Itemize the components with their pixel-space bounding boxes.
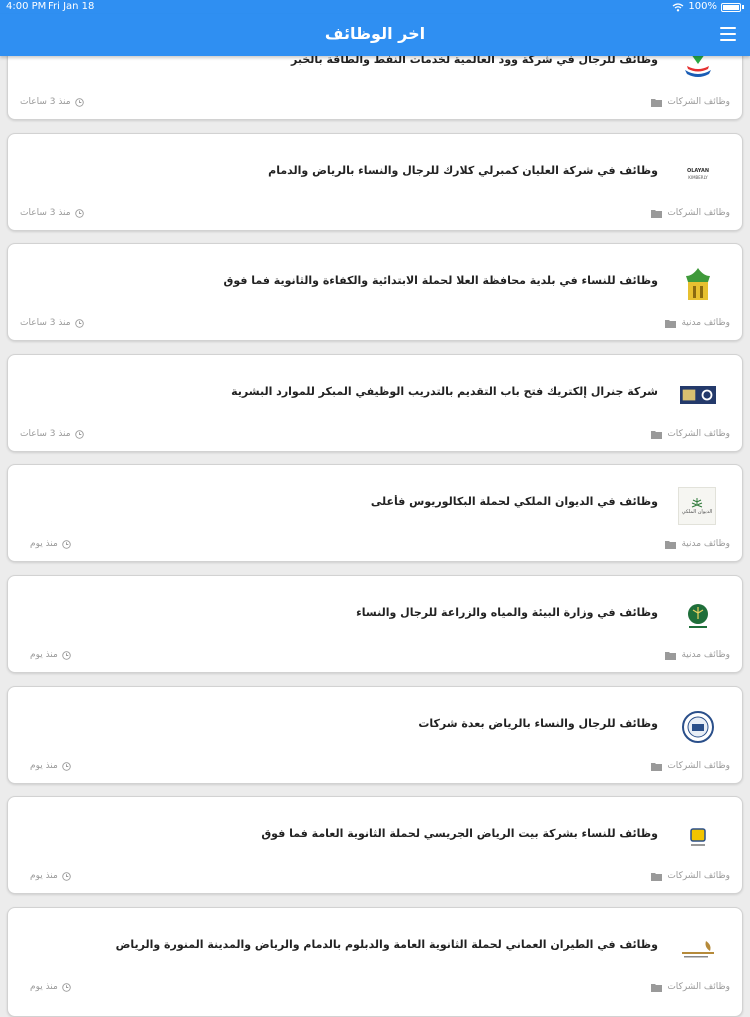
job-card[interactable]: شركة جنرال إلكتريك فتح باب التقديم بالتد… xyxy=(7,354,743,452)
job-time-label: منذ يوم xyxy=(30,539,58,549)
job-card[interactable]: وظائف في الطيران العماني لحملة الثانوية … xyxy=(7,907,743,1017)
clock-icon xyxy=(62,982,71,992)
job-category: وظائف الشركات xyxy=(651,982,730,992)
folder-icon xyxy=(651,983,663,992)
battery-icon xyxy=(721,2,741,12)
job-card[interactable]: وظائف في شركة العليان كمبرلي كلارك للرجا… xyxy=(7,133,743,231)
job-card[interactable]: وظائف في وزارة البيئة والمياه والزراعة ل… xyxy=(7,575,743,673)
job-category: وظائف الشركات xyxy=(651,429,730,439)
olayan-kimberly-logo: OLAYAN KIMBERLY xyxy=(680,156,716,192)
folder-icon xyxy=(665,651,677,660)
job-category-label: وظائف الشركات xyxy=(667,429,730,439)
job-time-label: منذ 3 ساعات xyxy=(20,429,71,439)
status-date: Fri Jan 18 xyxy=(48,1,95,12)
job-card[interactable]: وظائف في الديوان الملكي لحملة البكالوريو… xyxy=(7,464,743,562)
job-category: وظائف مدنية xyxy=(665,650,730,660)
clock-icon xyxy=(74,97,84,107)
folder-icon xyxy=(651,762,663,771)
job-category-label: وظائف الشركات xyxy=(667,761,730,771)
job-category: وظائف الشركات xyxy=(651,871,730,881)
job-title: وظائف للنساء بشركة بيت الرياض الجريسي لح… xyxy=(261,827,658,840)
job-card[interactable]: وظائف للرجال والنساء بالرياض بعدة شركات … xyxy=(7,686,743,784)
job-title: وظائف في شركة العليان كمبرلي كلارك للرجا… xyxy=(268,164,658,177)
folder-icon xyxy=(665,319,677,328)
job-time: منذ 3 ساعات xyxy=(20,318,84,328)
job-category: وظائف الشركات xyxy=(651,208,730,218)
job-card[interactable]: وظائف للنساء بشركة بيت الرياض الجريسي لح… xyxy=(7,796,743,894)
company-seal-logo xyxy=(680,709,716,745)
clock-icon xyxy=(62,650,71,660)
page-title: اخر الوظائف xyxy=(324,24,426,43)
job-time: منذ يوم xyxy=(30,761,71,771)
job-category-label: وظائف الشركات xyxy=(667,97,730,107)
job-time-label: منذ 3 ساعات xyxy=(20,208,71,218)
status-right: 100% xyxy=(672,0,744,14)
svg-text:OLAYAN: OLAYAN xyxy=(687,168,709,174)
status-time: 4:00 PM xyxy=(6,1,47,12)
royal-court-logo: الديوان الملكي xyxy=(678,487,716,525)
battery-percent: 100% xyxy=(688,1,717,12)
general-electric-banner xyxy=(680,377,716,413)
alula-municipality-logo xyxy=(680,266,716,302)
job-time: منذ 3 ساعات xyxy=(20,97,84,107)
wifi-icon xyxy=(673,2,684,11)
folder-icon xyxy=(651,430,663,439)
job-time-label: منذ يوم xyxy=(30,982,58,992)
job-category-label: وظائف مدنية xyxy=(681,318,730,328)
job-category: وظائف الشركات xyxy=(651,97,730,107)
folder-icon xyxy=(651,98,663,107)
job-time: منذ 3 ساعات xyxy=(20,429,84,439)
job-time-label: منذ يوم xyxy=(30,761,58,771)
status-bar: 4:00 PM Fri Jan 18 100% xyxy=(0,0,750,14)
job-time: منذ يوم xyxy=(30,650,71,660)
job-category-label: وظائف الشركات xyxy=(667,982,730,992)
clock-icon xyxy=(74,208,84,218)
clock-icon xyxy=(74,429,84,439)
job-title: شركة جنرال إلكتريك فتح باب التقديم بالتد… xyxy=(231,385,658,398)
job-category-label: وظائف مدنية xyxy=(681,539,730,549)
job-title: وظائف في الديوان الملكي لحملة البكالوريو… xyxy=(370,495,658,508)
job-category-label: وظائف الشركات xyxy=(667,871,730,881)
clock-icon xyxy=(62,539,71,549)
royal-court-logo-text: الديوان الملكي xyxy=(681,509,713,515)
job-time: منذ يوم xyxy=(30,871,71,881)
job-title: وظائف للرجال والنساء بالرياض بعدة شركات xyxy=(418,717,658,730)
menu-line xyxy=(720,27,736,29)
folder-icon xyxy=(651,209,663,218)
oman-air-logo xyxy=(680,930,716,966)
folder-icon xyxy=(651,872,663,881)
menu-line xyxy=(720,33,736,35)
hamburger-menu-icon[interactable] xyxy=(720,27,736,41)
job-time-label: منذ يوم xyxy=(30,650,58,660)
job-category: وظائف الشركات xyxy=(651,761,730,771)
job-time-label: منذ 3 ساعات xyxy=(20,318,71,328)
job-time: منذ يوم xyxy=(30,982,71,992)
job-time: منذ 3 ساعات xyxy=(20,208,84,218)
job-card[interactable]: وظائف للنساء في بلدية محافظة العلا لحملة… xyxy=(7,243,743,341)
juraisy-logo xyxy=(680,819,716,855)
app-bar: اخر الوظائف xyxy=(0,14,750,56)
job-time-label: منذ يوم xyxy=(30,871,58,881)
job-category-label: وظائف الشركات xyxy=(667,208,730,218)
battery-cap xyxy=(742,5,744,9)
job-title: وظائف في الطيران العماني لحملة الثانوية … xyxy=(115,938,658,951)
svg-text:KIMBERLY: KIMBERLY xyxy=(688,175,708,180)
job-time: منذ يوم xyxy=(30,539,71,549)
folder-icon xyxy=(665,540,677,549)
clock-icon xyxy=(62,871,71,881)
palm-swords-icon xyxy=(691,498,703,508)
menu-line xyxy=(720,39,736,41)
environment-ministry-logo xyxy=(680,598,716,634)
job-time-label: منذ 3 ساعات xyxy=(20,97,71,107)
job-category-label: وظائف مدنية xyxy=(681,650,730,660)
job-title: وظائف في وزارة البيئة والمياه والزراعة ل… xyxy=(356,606,658,619)
clock-icon xyxy=(74,318,84,328)
job-category: وظائف مدنية xyxy=(665,318,730,328)
job-title: وظائف للنساء في بلدية محافظة العلا لحملة… xyxy=(223,274,659,287)
clock-icon xyxy=(62,761,71,771)
job-category: وظائف مدنية xyxy=(665,539,730,549)
